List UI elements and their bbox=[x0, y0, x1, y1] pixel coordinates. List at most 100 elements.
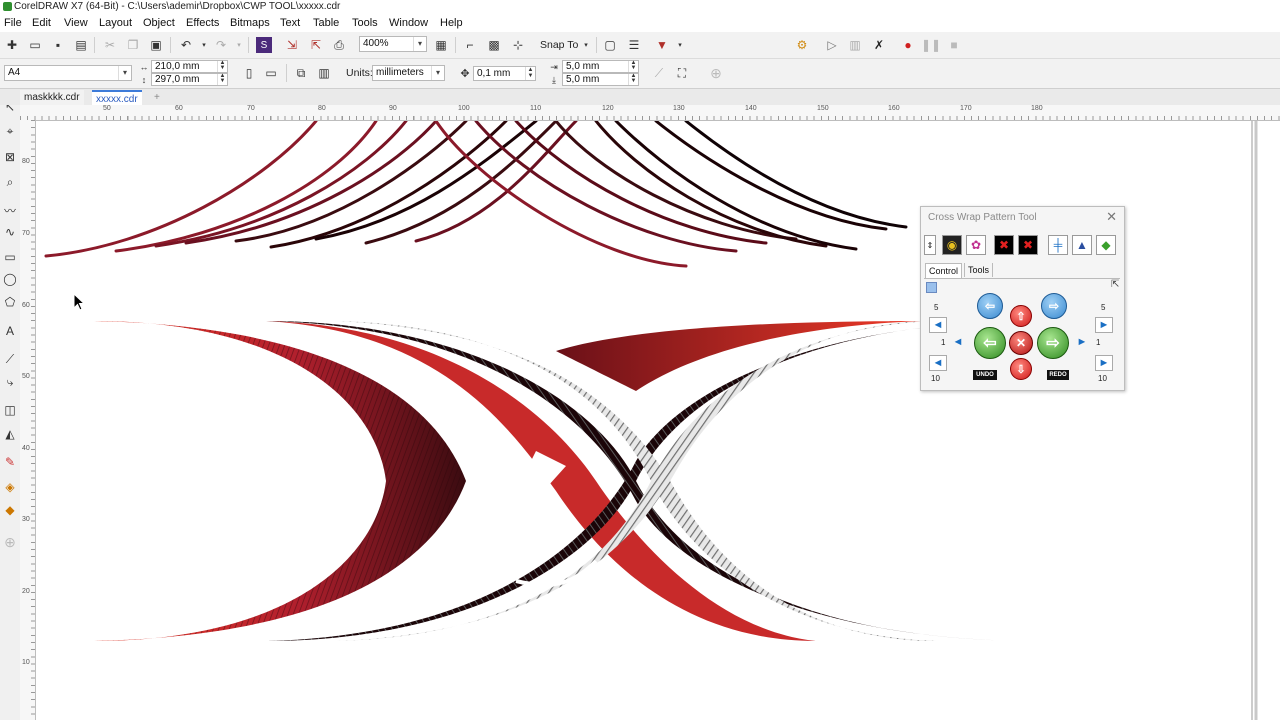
color-wheel-icon[interactable]: ◉ bbox=[942, 235, 962, 255]
menu-file[interactable]: File bbox=[4, 16, 22, 30]
remove-left-icon[interactable]: ✖ bbox=[1018, 235, 1038, 255]
full-screen-icon[interactable]: ▦ bbox=[433, 37, 449, 53]
vba-editor-icon[interactable]: ✗ bbox=[871, 37, 887, 53]
macro-manager-icon[interactable]: ▥ bbox=[847, 37, 863, 53]
undo-icon[interactable]: ↶ bbox=[178, 37, 194, 53]
copy-icon[interactable]: ❐ bbox=[125, 37, 141, 53]
zoom-tool-icon[interactable]: ⌕ bbox=[2, 174, 18, 190]
menu-effects[interactable]: Effects bbox=[186, 16, 219, 30]
pin-icon[interactable]: ⇱ bbox=[1111, 279, 1119, 290]
vertical-ruler[interactable]: 80 70 60 50 40 30 20 10 bbox=[20, 120, 36, 720]
undo-dropdown-icon[interactable]: ▾ bbox=[196, 37, 212, 53]
save-icon[interactable]: ▪ bbox=[50, 37, 66, 53]
crop-icon[interactable]: ⛶ bbox=[674, 65, 690, 81]
export-icon[interactable]: ⇱ bbox=[308, 37, 324, 53]
cancel-button[interactable]: ✕ bbox=[1009, 331, 1033, 355]
redo-button[interactable]: REDO bbox=[1047, 370, 1069, 380]
menu-view[interactable]: View bbox=[64, 16, 88, 30]
run-macro-icon[interactable]: ▷ bbox=[824, 37, 840, 53]
show-rulers-icon[interactable]: ⌐ bbox=[462, 37, 478, 53]
macro-icon[interactable]: ⚙ bbox=[794, 37, 810, 53]
menu-object[interactable]: Object bbox=[143, 16, 175, 30]
ellipse-tool-icon[interactable]: ◯ bbox=[2, 271, 18, 287]
arrow-right-mid-icon[interactable]: ► bbox=[1074, 335, 1090, 349]
page-width-field[interactable]: 210,0 mm ▲ ▼ bbox=[151, 60, 228, 73]
align-center-icon[interactable]: ╪ bbox=[1048, 235, 1068, 255]
spin-arrows-icon[interactable]: ▲ ▼ bbox=[217, 60, 227, 72]
new-document-icon[interactable]: ✚ bbox=[4, 37, 20, 53]
tab-maskkkk[interactable]: maskkkk.cdr bbox=[20, 90, 84, 105]
menu-window[interactable]: Window bbox=[389, 16, 428, 30]
stop-macro-icon[interactable]: ■ bbox=[946, 37, 962, 53]
cut-icon[interactable]: ✂ bbox=[102, 37, 118, 53]
open-folder-icon[interactable]: ▭ bbox=[27, 37, 43, 53]
rectangle-tool-icon[interactable]: ▭ bbox=[2, 249, 18, 265]
rotate-left-button[interactable]: ⇦ bbox=[977, 293, 1003, 319]
shape-tool-icon[interactable]: ⌖ bbox=[2, 123, 18, 139]
portrait-icon[interactable]: ▯ bbox=[241, 65, 257, 81]
show-grid-icon[interactable]: ▩ bbox=[486, 37, 502, 53]
current-page-icon[interactable]: ▥ bbox=[316, 65, 332, 81]
search-content-icon[interactable]: S bbox=[256, 37, 272, 53]
add-icon[interactable]: ⊕ bbox=[708, 65, 724, 81]
interactive-fill-icon[interactable]: ◈ bbox=[2, 479, 18, 495]
redo-dropdown-icon[interactable]: ▾ bbox=[231, 37, 247, 53]
color-eyedropper-icon[interactable]: ✎ bbox=[2, 454, 18, 470]
tab-control[interactable]: Control bbox=[925, 263, 963, 278]
snap-to-button[interactable]: Snap To bbox=[540, 38, 578, 52]
freehand-tool-icon[interactable]: 〰 bbox=[2, 202, 18, 218]
menu-tools[interactable]: Tools bbox=[352, 16, 378, 30]
nudge-distance-field[interactable]: 0,1 mm ▲ ▼ bbox=[473, 66, 536, 81]
import-icon[interactable]: ⇲ bbox=[284, 37, 300, 53]
spin-arrows-icon[interactable]: ▲ ▼ bbox=[628, 73, 638, 85]
horizontal-ruler[interactable]: 50 60 70 80 90 100 110 120 130 140 150 1… bbox=[20, 105, 1280, 121]
close-icon[interactable]: ✕ bbox=[1106, 209, 1117, 225]
text-tool-icon[interactable]: A bbox=[2, 323, 18, 339]
options-icon[interactable]: ☰ bbox=[626, 37, 642, 53]
menu-help[interactable]: Help bbox=[440, 16, 463, 30]
arrange-icon[interactable]: ◆ bbox=[1096, 235, 1116, 255]
artistic-media-icon[interactable]: ∿ bbox=[2, 224, 18, 240]
connector-tool-icon[interactable]: ⤷ bbox=[2, 374, 18, 390]
menu-table[interactable]: Table bbox=[313, 16, 339, 30]
move-right-button[interactable]: ⇨ bbox=[1037, 327, 1069, 359]
palette-icon[interactable]: ✿ bbox=[966, 235, 986, 255]
remove-right-icon[interactable]: ✖ bbox=[994, 235, 1014, 255]
landscape-icon[interactable]: ▭ bbox=[263, 65, 279, 81]
page-height-field[interactable]: 297,0 mm ▲ ▼ bbox=[151, 73, 228, 86]
duplicate-y-field[interactable]: 5,0 mm ▲ ▼ bbox=[562, 73, 639, 86]
paste-icon[interactable]: ▣ bbox=[148, 37, 164, 53]
all-pages-icon[interactable]: ⧉ bbox=[293, 65, 309, 81]
select-checkbox[interactable] bbox=[926, 282, 937, 293]
move-up-button[interactable]: ⇧ bbox=[1010, 305, 1032, 327]
undo-button[interactable]: UNDO bbox=[973, 370, 997, 380]
spin-arrows-icon[interactable]: ▲ ▼ bbox=[217, 73, 227, 85]
crop-tool-icon[interactable]: ⊠ bbox=[2, 149, 18, 165]
rotate-right-button[interactable]: ⇨ bbox=[1041, 293, 1067, 319]
record-macro-icon[interactable]: ● bbox=[900, 37, 916, 53]
arrow-left-mid-icon[interactable]: ◄ bbox=[950, 335, 966, 349]
application-launcher-icon[interactable]: ▼ bbox=[654, 37, 670, 53]
pyramid-icon[interactable]: ▲ bbox=[1072, 235, 1092, 255]
show-guidelines-icon[interactable]: ⊹ bbox=[510, 37, 526, 53]
pause-macro-icon[interactable]: ❚❚ bbox=[921, 37, 941, 53]
move-down-button[interactable]: ⇩ bbox=[1010, 358, 1032, 380]
parallel-dimension-icon[interactable]: ⟋ bbox=[2, 351, 18, 367]
transparency-tool-icon[interactable]: ◭ bbox=[2, 426, 18, 442]
publish-pdf-icon[interactable]: ⎙ bbox=[331, 37, 347, 53]
arrow-right-icon[interactable]: ► bbox=[1095, 317, 1113, 333]
add-tool-icon[interactable]: ⊕ bbox=[2, 534, 18, 550]
redo-icon[interactable]: ↷ bbox=[213, 37, 229, 53]
move-left-button[interactable]: ⇦ bbox=[974, 327, 1006, 359]
menu-bitmaps[interactable]: Bitmaps bbox=[230, 16, 270, 30]
menu-text[interactable]: Text bbox=[280, 16, 300, 30]
polygon-tool-icon[interactable]: ⬠ bbox=[2, 294, 18, 310]
spin-arrows-icon[interactable]: ▲ ▼ bbox=[525, 67, 535, 80]
spin-arrows-icon[interactable]: ▲ ▼ bbox=[628, 60, 638, 72]
page-size-select[interactable]: A4 ▾ bbox=[4, 65, 132, 81]
launcher-dropdown-icon[interactable]: ▾ bbox=[672, 37, 688, 53]
new-tab-icon[interactable]: + bbox=[150, 90, 164, 105]
smart-fill-icon[interactable]: ◆ bbox=[2, 502, 18, 518]
units-select[interactable]: millimeters ▾ bbox=[372, 65, 445, 81]
tab-tools[interactable]: Tools bbox=[964, 263, 994, 277]
